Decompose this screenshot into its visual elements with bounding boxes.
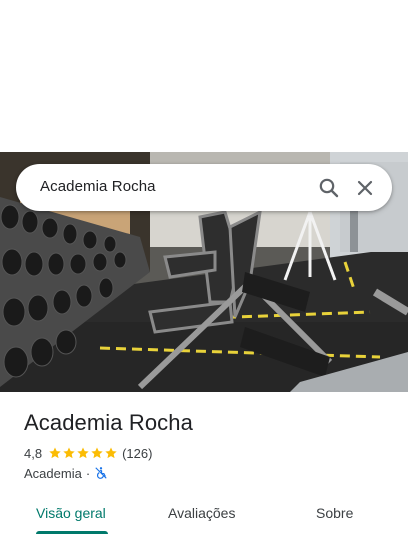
star-icon [63, 447, 75, 459]
active-tab-indicator [36, 531, 108, 534]
place-category: Academia [24, 465, 82, 481]
search-bar[interactable]: Academia Rocha [16, 164, 392, 211]
star-rating [48, 446, 118, 460]
search-icon[interactable] [317, 176, 341, 200]
rating-value: 4,8 [24, 445, 43, 461]
star-icon [91, 447, 103, 459]
star-icon [77, 447, 89, 459]
close-icon[interactable] [353, 176, 377, 200]
tab-about[interactable]: Sobre [316, 505, 353, 521]
rating-row[interactable]: 4,8 (126) [24, 445, 152, 461]
tab-reviews[interactable]: Avaliações [168, 505, 235, 521]
review-count[interactable]: (126) [122, 446, 152, 461]
category-row: Academia · [24, 465, 108, 481]
tab-overview[interactable]: Visão geral [36, 505, 106, 521]
star-icon [105, 447, 117, 459]
place-tabs: Visão geral Avaliações Sobre [0, 496, 408, 544]
place-title: Academia Rocha [24, 410, 193, 435]
wheelchair-not-accessible-icon[interactable] [94, 466, 108, 480]
search-query-text[interactable]: Academia Rocha [40, 178, 156, 195]
separator-dot: · [85, 465, 91, 481]
blank-area [0, 0, 408, 152]
star-icon [49, 447, 61, 459]
